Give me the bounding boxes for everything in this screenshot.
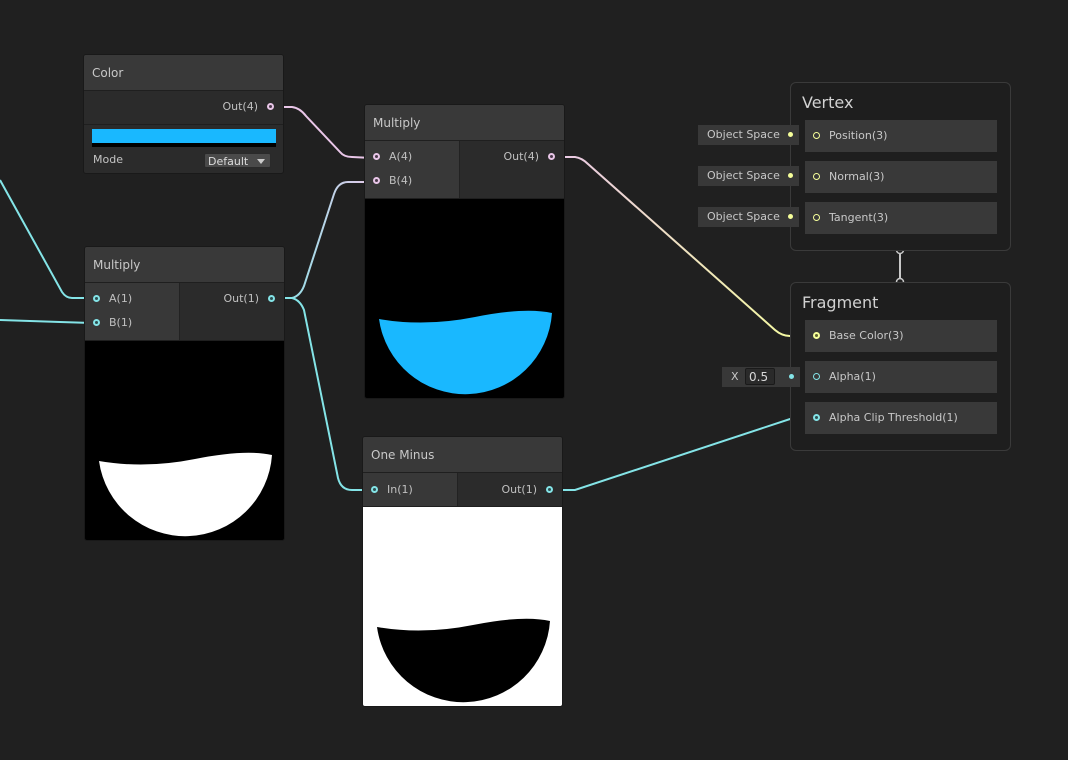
out-port-label: Out(1): [501, 483, 537, 496]
mode-value: Default: [208, 155, 249, 168]
slot-alpha-clip-threshold[interactable]: Alpha Clip Threshold(1): [805, 402, 997, 434]
in-port-a[interactable]: [373, 153, 380, 160]
wire-input-a: [0, 179, 92, 299]
in-port-a[interactable]: [93, 295, 100, 302]
slot-label: Base Color(3): [829, 329, 904, 342]
node-title: Multiply: [85, 247, 284, 283]
default-port: [788, 173, 793, 178]
alpha-default: X 0.5: [722, 367, 800, 387]
slot-port[interactable]: [813, 132, 820, 139]
preview-shape: [99, 452, 272, 537]
slot-normal[interactable]: Normal(3): [805, 161, 997, 193]
wire-multiply-to-multiply-b: [276, 181, 372, 299]
slot-label: Normal(3): [829, 170, 885, 183]
node-preview: [363, 507, 562, 706]
slot-port[interactable]: [813, 373, 820, 380]
slot-port[interactable]: [813, 173, 820, 180]
node-title: Color: [84, 55, 283, 91]
in-port-b[interactable]: [93, 319, 100, 326]
multiply-node-left[interactable]: Multiply A(1) B(1) Out(1): [84, 246, 285, 541]
alpha-value-field[interactable]: 0.5: [745, 368, 775, 385]
block-title: Vertex: [802, 93, 854, 112]
tangent-space-default[interactable]: Object Space: [698, 207, 799, 227]
ports-row: A(1) B(1) Out(1): [85, 283, 284, 341]
output-row: Out(4): [84, 91, 283, 125]
wire-color-to-multiply: [274, 106, 373, 159]
out-port-label: Out(4): [503, 150, 539, 163]
slot-position[interactable]: Position(3): [805, 120, 997, 152]
node-title: Multiply: [365, 105, 564, 141]
default-port: [789, 374, 794, 379]
in-port[interactable]: [371, 486, 378, 493]
position-space-default[interactable]: Object Space: [698, 125, 799, 145]
out-port[interactable]: [548, 153, 555, 160]
slot-label: Tangent(3): [829, 211, 889, 224]
in-port-label: In(1): [387, 483, 413, 496]
preview-shape: [377, 618, 550, 703]
color-swatch[interactable]: [92, 129, 276, 147]
mode-label: Mode: [93, 153, 123, 166]
space-label: Object Space: [707, 128, 780, 141]
mode-dropdown[interactable]: Default: [204, 153, 271, 168]
vertex-block[interactable]: Vertex Position(3) Normal(3) Tangent(3): [790, 82, 1011, 251]
fragment-block[interactable]: Fragment Base Color(3) Alpha(1) Alpha Cl…: [790, 282, 1011, 451]
slot-alpha[interactable]: Alpha(1): [805, 361, 997, 393]
slot-base-color[interactable]: Base Color(3): [805, 320, 997, 352]
ports-row: In(1) Out(1): [363, 473, 562, 507]
out-port-label: Out(4): [222, 100, 258, 113]
color-node[interactable]: Color Out(4) Mode Default: [83, 54, 284, 174]
dropdown-arrow-icon: [257, 159, 265, 164]
multiply-node-right[interactable]: Multiply A(4) B(4) Out(4): [364, 104, 565, 399]
in-port-b-label: B(1): [109, 316, 133, 329]
wire-multiply-to-one-minus: [276, 297, 369, 491]
space-label: Object Space: [707, 210, 780, 223]
block-title: Fragment: [802, 293, 879, 312]
one-minus-node[interactable]: One Minus In(1) Out(1): [362, 436, 563, 707]
preview-shape: [379, 310, 552, 395]
node-preview: [365, 199, 564, 398]
alpha-value: 0.5: [749, 370, 769, 384]
slot-port[interactable]: [813, 214, 820, 221]
in-port-b[interactable]: [373, 177, 380, 184]
wire-input-b: [0, 319, 93, 324]
slot-label: Alpha(1): [829, 370, 876, 383]
default-port: [788, 214, 793, 219]
in-port-b-label: B(4): [389, 174, 413, 187]
wire-one-minus-to-alpha-clip: [553, 418, 812, 491]
space-label: Object Space: [707, 169, 780, 182]
out-port[interactable]: [267, 103, 274, 110]
node-title: One Minus: [363, 437, 562, 473]
normal-space-default[interactable]: Object Space: [698, 166, 799, 186]
default-port: [788, 132, 793, 137]
out-port[interactable]: [546, 486, 553, 493]
in-port-a-label: A(4): [389, 150, 413, 163]
slot-label: Position(3): [829, 129, 888, 142]
slot-port[interactable]: [813, 414, 820, 421]
slot-port[interactable]: [813, 332, 820, 339]
out-port[interactable]: [268, 295, 275, 302]
out-port-label: Out(1): [223, 292, 259, 305]
slot-label: Alpha Clip Threshold(1): [829, 411, 958, 424]
in-port-a-label: A(1): [109, 292, 133, 305]
axis-label: X: [731, 370, 739, 383]
ports-row: A(4) B(4) Out(4): [365, 141, 564, 199]
slot-tangent[interactable]: Tangent(3): [805, 202, 997, 234]
node-preview: [85, 341, 284, 540]
